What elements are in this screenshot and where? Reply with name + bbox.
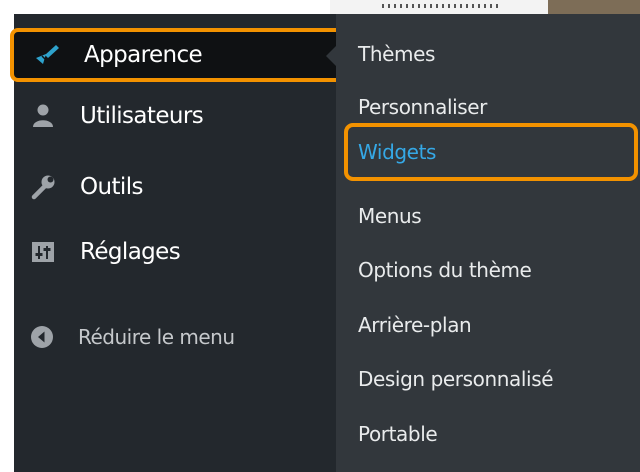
admin-sidebar: Apparence Utilisateurs Outils Réglages R… (10, 14, 344, 472)
submenu-item-widgets[interactable]: Widgets (358, 132, 436, 172)
menu-item-utilisateurs[interactable]: Utilisateurs (14, 92, 336, 140)
submenu-item-portable[interactable]: Portable (358, 414, 438, 454)
dotted-line (382, 4, 500, 8)
collapse-arrow-icon (30, 325, 54, 349)
submenu-item-design-personnalise[interactable]: Design personnalisé (358, 359, 554, 399)
submenu-item-arriere-plan[interactable]: Arrière-plan (358, 305, 472, 345)
header-image-corner (548, 0, 640, 14)
menu-item-apparence[interactable]: Apparence (10, 28, 344, 82)
menu-item-reglages[interactable]: Réglages (14, 228, 336, 276)
wrench-icon (30, 174, 56, 200)
collapse-menu-label: Réduire le menu (78, 325, 235, 349)
menu-item-label: Outils (80, 174, 143, 200)
admin-bar-strip (330, 0, 640, 14)
menu-item-label: Apparence (84, 42, 203, 68)
menu-item-outils[interactable]: Outils (14, 163, 336, 211)
submenu-item-personnaliser[interactable]: Personnaliser (358, 87, 487, 127)
submenu-item-themes[interactable]: Thèmes (358, 34, 435, 74)
user-icon (30, 103, 56, 129)
collapse-menu-button[interactable]: Réduire le menu (14, 314, 336, 360)
paintbrush-icon (34, 42, 60, 68)
menu-item-label: Réglages (80, 239, 181, 265)
appearance-submenu: Thèmes Personnaliser Widgets Menus Optio… (336, 14, 640, 472)
submenu-item-options-du-theme[interactable]: Options du thème (358, 250, 532, 290)
submenu-item-menus[interactable]: Menus (358, 196, 422, 236)
menu-item-label: Utilisateurs (80, 103, 204, 129)
settings-icon (30, 239, 56, 265)
current-menu-pointer (326, 46, 336, 66)
